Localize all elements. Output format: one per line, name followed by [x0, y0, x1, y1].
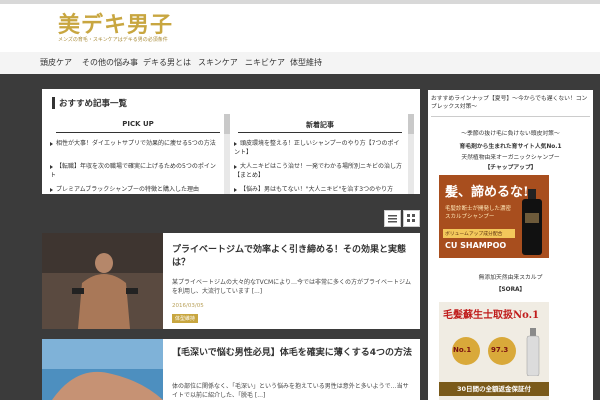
- pickup-divider: [56, 132, 220, 133]
- main-nav: 頭皮ケア その他の悩み事 デキる男とは スキンケア ニキビケア 体型維持: [0, 52, 600, 75]
- ad2-stat1: No.1: [453, 346, 472, 354]
- nav-item-skincare[interactable]: スキンケア: [198, 57, 238, 68]
- sidebar-ad2-lead: 無添加天然由来スカルプ: [478, 275, 543, 281]
- latest-item[interactable]: 大人ニキビはこう治せ！一発でわかる場所別ニキビの治し方【まとめ】: [234, 162, 402, 180]
- ad1-product: CU SHAMPOO: [445, 241, 507, 250]
- sidebar-lead2: 育毛剤から生まれた育サイト人気No.1: [459, 144, 562, 150]
- article-card[interactable]: 【毛深いで悩む男性必見】体毛を確実に薄くする4つの方法 体の部位に関係なく、「毛…: [42, 339, 420, 400]
- article-excerpt: 某プライベートジムの大々的なTVCMにより…今では非常に多くの方がプライベートジ…: [172, 279, 412, 295]
- sidebar-lead3: 天然植物由来オーガニックシャンプー: [461, 155, 560, 161]
- article-date: 2016/03/05: [172, 303, 204, 309]
- list-view-icon: [388, 215, 397, 223]
- article-thumbnail[interactable]: [42, 339, 163, 400]
- pickup-scrollbar[interactable]: [224, 114, 230, 194]
- site-tagline: メンズの育毛・スキンケアはデキる男の必須条件: [58, 37, 168, 43]
- scrollbar-thumb[interactable]: [224, 114, 230, 134]
- latest-item[interactable]: 【悩み】男はもてない！"大人ニキビ"を治す3つのやり方: [234, 185, 402, 194]
- article-title[interactable]: 【毛深いで悩む男性必見】体毛を確実に薄くする4つの方法: [172, 345, 412, 358]
- bullet-icon: [234, 141, 237, 146]
- nav-item-scalp[interactable]: 頭皮ケア: [40, 57, 72, 68]
- nav-item-acne[interactable]: ニキビケア: [245, 57, 285, 68]
- pickup-heading: PICK UP: [122, 120, 154, 128]
- ad2-stat2: 97.3: [491, 346, 509, 354]
- recommend-panel: おすすめ記事一覧 PICK UP 相性が大事！ダイエットサプリで効果的に痩せる5…: [42, 89, 420, 194]
- sora-ad-banner[interactable]: 毛髪蘇生士取扱No.1 No.1 97.3 30日間の全額返金保証付: [439, 302, 549, 400]
- sidebar: おすすめラインナップ【夏号】〜今からでも遅くない！コンプレックス対策〜 〜季節の…: [428, 90, 593, 400]
- bullet-icon: [50, 141, 53, 146]
- nav-item-body[interactable]: 体型維持: [290, 57, 322, 68]
- pickup-item[interactable]: 【転職】年収を次の職場で確実に上げるための5つのポイント: [50, 162, 220, 180]
- ad1-badge: ボリュームアップ成分配合: [443, 229, 515, 238]
- sidebar-lead: 〜季節の抜け毛に負けない頭皮対策〜: [461, 131, 560, 137]
- article-thumbnail[interactable]: [42, 233, 163, 329]
- nav-item-other[interactable]: その他の悩み事: [82, 57, 138, 68]
- latest-divider: [238, 132, 402, 133]
- sidebar-divider: [431, 116, 590, 117]
- bottle-icon: [526, 328, 540, 376]
- bullet-icon: [234, 187, 237, 192]
- sidebar-ad2-label: 【SORA】: [495, 287, 526, 293]
- site-logo[interactable]: 美デキ男子: [58, 7, 173, 39]
- scrollbar-thumb[interactable]: [408, 114, 414, 134]
- article-card[interactable]: プライベートジムで効率よく引き締める！その効果と実態は？ 某プライベートジムの大…: [42, 233, 420, 329]
- article-excerpt: 体の部位に関係なく、「毛深い」という悩みを抱えている男性は意外と多いようで…当サ…: [172, 383, 409, 399]
- grid-view-button[interactable]: [403, 210, 420, 227]
- chapup-ad-banner[interactable]: 髪、諦めるな! 毛髪診断士が開発した濃密スカルプシャンプー ボリュームアップ成分…: [439, 175, 549, 258]
- site-header: 美デキ男子 メンズの育毛・スキンケアはデキる男の必須条件: [0, 0, 600, 52]
- nav-item-dekiru[interactable]: デキる男とは: [143, 57, 191, 68]
- ad1-headline: 髪、諦めるな!: [445, 185, 529, 200]
- category-badge[interactable]: 体型維持: [172, 314, 199, 323]
- pickup-item[interactable]: 相性が大事！ダイエットサプリで効果的に痩せる5つの方法: [50, 139, 220, 148]
- sidebar-ad1-label: 【チャップアップ】: [484, 165, 537, 171]
- ad2-headline: 毛髪蘇生士取扱No.1: [443, 310, 540, 321]
- article-title[interactable]: プライベートジムで効率よく引き締める！その効果と実態は？: [172, 242, 420, 268]
- list-view-button[interactable]: [384, 210, 401, 227]
- latest-scrollbar[interactable]: [408, 114, 414, 194]
- ad2-foot: 30日間の全額返金保証付: [439, 382, 549, 396]
- latest-item[interactable]: 頭皮環境を整える！正しいシャンプーのやり方【7つのポイント】: [234, 139, 402, 157]
- pickup-item[interactable]: プレミアムブラックシャンプーの特徴と購入した理由: [50, 185, 220, 194]
- recommend-title: おすすめ記事一覧: [52, 97, 127, 109]
- latest-heading: 新着記事: [306, 121, 334, 129]
- shampoo-bottle-icon: [522, 189, 542, 255]
- ad1-sub: 毛髪診断士が開発した濃密スカルプシャンプー: [445, 206, 512, 220]
- bullet-icon: [50, 187, 53, 192]
- grid-view-icon: [407, 214, 415, 222]
- sidebar-title: おすすめラインナップ【夏号】〜今からでも遅くない！コンプレックス対策〜: [431, 96, 588, 110]
- bullet-icon: [50, 164, 53, 169]
- bullet-icon: [234, 164, 237, 169]
